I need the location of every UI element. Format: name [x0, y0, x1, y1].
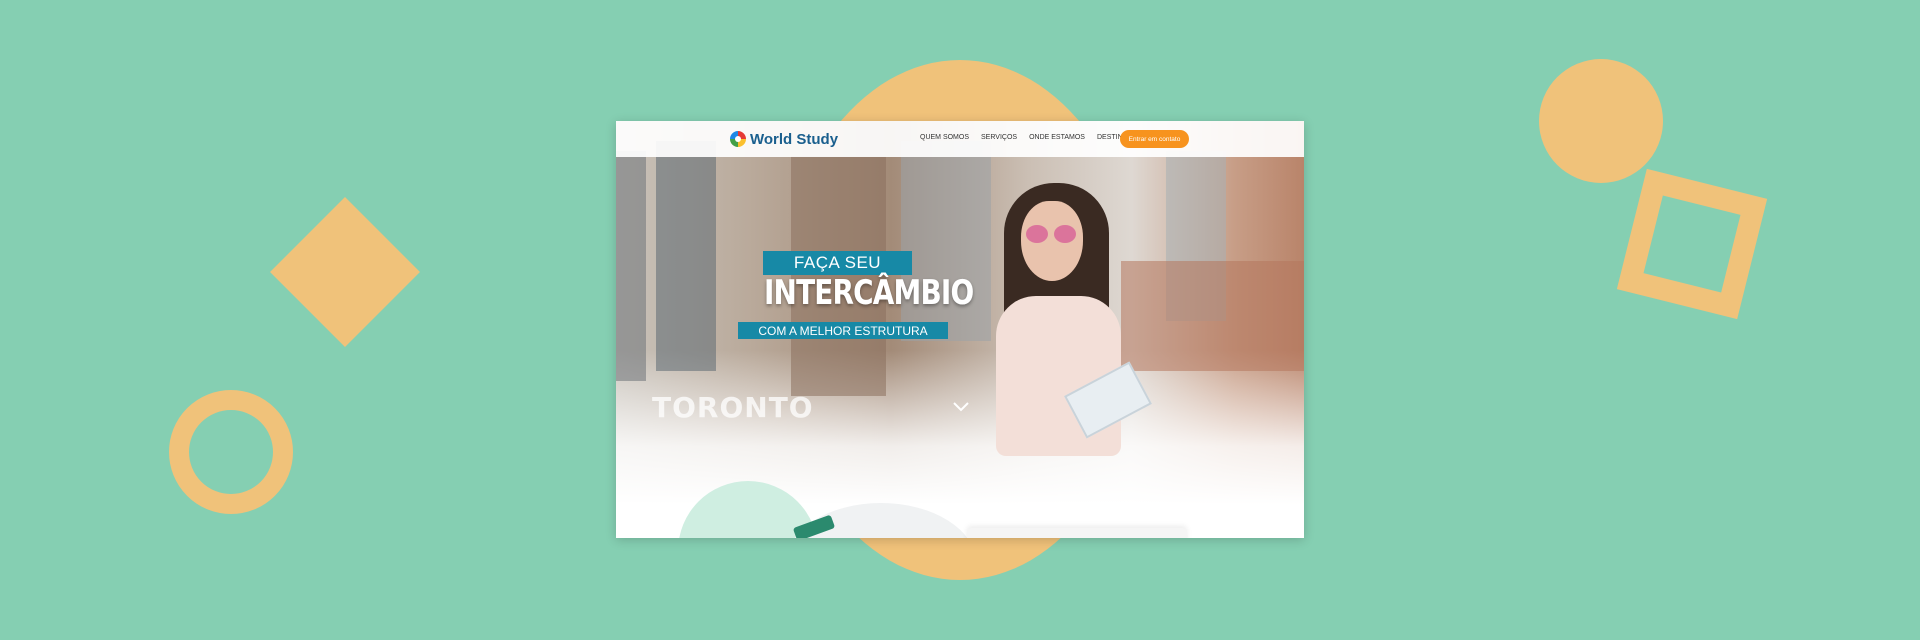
content-card	[967, 528, 1187, 538]
hero-tag-top: FAÇA SEU	[763, 251, 912, 275]
decorative-ring	[169, 390, 293, 514]
hero-tag-bottom: COM A MELHOR ESTRUTURA	[738, 322, 948, 339]
chevron-down-icon[interactable]	[952, 400, 970, 414]
nav-link-quem-somos[interactable]: QUEM SOMOS	[920, 134, 969, 141]
decorative-diamond	[270, 197, 420, 347]
city-hall-building	[1121, 261, 1304, 371]
hero-title: INTERCÂMBIO	[764, 273, 974, 313]
toronto-sign: TORONTO	[652, 391, 814, 424]
decorative-circle-right	[1539, 59, 1663, 183]
nav-link-servicos[interactable]: SERVIÇOS	[981, 134, 1017, 141]
website-preview: TORONTO World Study QUEM SOMOS SERVIÇOS …	[616, 121, 1304, 538]
contact-button[interactable]: Entrar em contato	[1120, 130, 1189, 148]
city-building	[616, 151, 646, 381]
nav-link-onde-estamos[interactable]: ONDE ESTAMOS	[1029, 134, 1085, 141]
logo-text: World Study	[750, 130, 839, 148]
site-logo[interactable]: World Study	[730, 130, 838, 148]
hero-person-image	[986, 181, 1152, 511]
site-header: World Study QUEM SOMOS SERVIÇOS ONDE EST…	[616, 121, 1304, 157]
globe-logo-icon	[730, 131, 746, 147]
main-nav: QUEM SOMOS SERVIÇOS ONDE ESTAMOS DESTINO…	[920, 134, 1133, 141]
city-building	[656, 141, 716, 371]
decorative-square-outline	[1616, 168, 1768, 320]
